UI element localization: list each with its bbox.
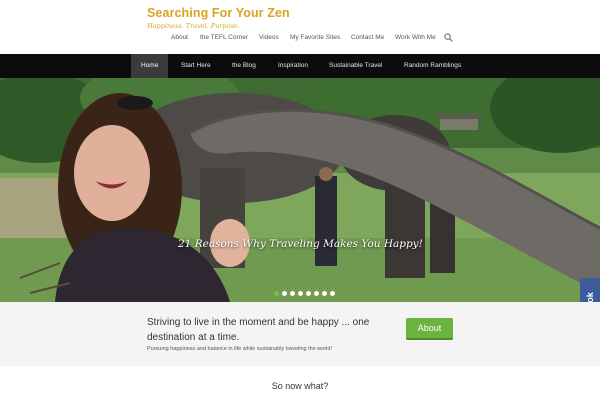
hero-caption[interactable]: 21 Reasons Why Traveling Makes You Happy… bbox=[178, 238, 423, 250]
top-navigation: About the TEFL Corner Videos My Favorite… bbox=[0, 34, 600, 46]
site-header: Searching For Your Zen Happiness. Travel… bbox=[0, 0, 600, 54]
slider-dot-6[interactable] bbox=[314, 291, 319, 296]
menu-item-inspiration[interactable]: Inspiration bbox=[268, 54, 318, 78]
menu-item-home[interactable]: Home bbox=[131, 54, 169, 78]
slider-dot-3[interactable] bbox=[290, 291, 295, 296]
topnav-item-contact[interactable]: Contact Me bbox=[351, 34, 384, 41]
featured-callout: Striving to live in the moment and be ha… bbox=[0, 302, 600, 366]
topnav-item-work-with-me[interactable]: Work With Me bbox=[395, 34, 436, 41]
about-button[interactable]: About bbox=[406, 318, 453, 340]
section-heading: So now what? bbox=[271, 381, 329, 391]
topnav-item-favorite-sites[interactable]: My Favorite Sites bbox=[290, 34, 340, 41]
search-icon[interactable] bbox=[444, 33, 453, 42]
topnav-item-about[interactable]: About bbox=[171, 34, 188, 41]
slider-dot-5[interactable] bbox=[306, 291, 311, 296]
menu-item-random-ramblings[interactable]: Random Ramblings bbox=[394, 54, 471, 78]
slider-dot-4[interactable] bbox=[298, 291, 303, 296]
hero-slider[interactable]: 21 Reasons Why Traveling Makes You Happy… bbox=[0, 78, 600, 302]
slider-dot-7[interactable] bbox=[322, 291, 327, 296]
main-menu-bar: Home Start Here the Blog Inspiration Sus… bbox=[0, 54, 600, 78]
topnav-item-tefl-corner[interactable]: the TEFL Corner bbox=[200, 34, 248, 41]
site-tagline: Happiness. Travel. Purpose. bbox=[147, 22, 240, 30]
slider-dot-8[interactable] bbox=[330, 291, 335, 296]
site-branding[interactable]: Searching For Your Zen Happiness. Travel… bbox=[147, 6, 290, 30]
menu-item-the-blog[interactable]: the Blog bbox=[222, 54, 266, 78]
slider-dot-1[interactable] bbox=[274, 291, 279, 296]
hero-image bbox=[0, 78, 600, 302]
menu-item-sustainable-travel[interactable]: Sustainable Travel bbox=[319, 54, 392, 78]
featured-subtitle: Pursuing happiness and balance in life w… bbox=[147, 346, 332, 352]
site-title[interactable]: Searching For Your Zen bbox=[147, 6, 290, 20]
topnav-item-videos[interactable]: Videos bbox=[259, 34, 279, 41]
menu-item-start-here[interactable]: Start Here bbox=[171, 54, 221, 78]
slider-dot-2[interactable] bbox=[282, 291, 287, 296]
featured-title: Striving to live in the moment and be ha… bbox=[147, 317, 370, 343]
